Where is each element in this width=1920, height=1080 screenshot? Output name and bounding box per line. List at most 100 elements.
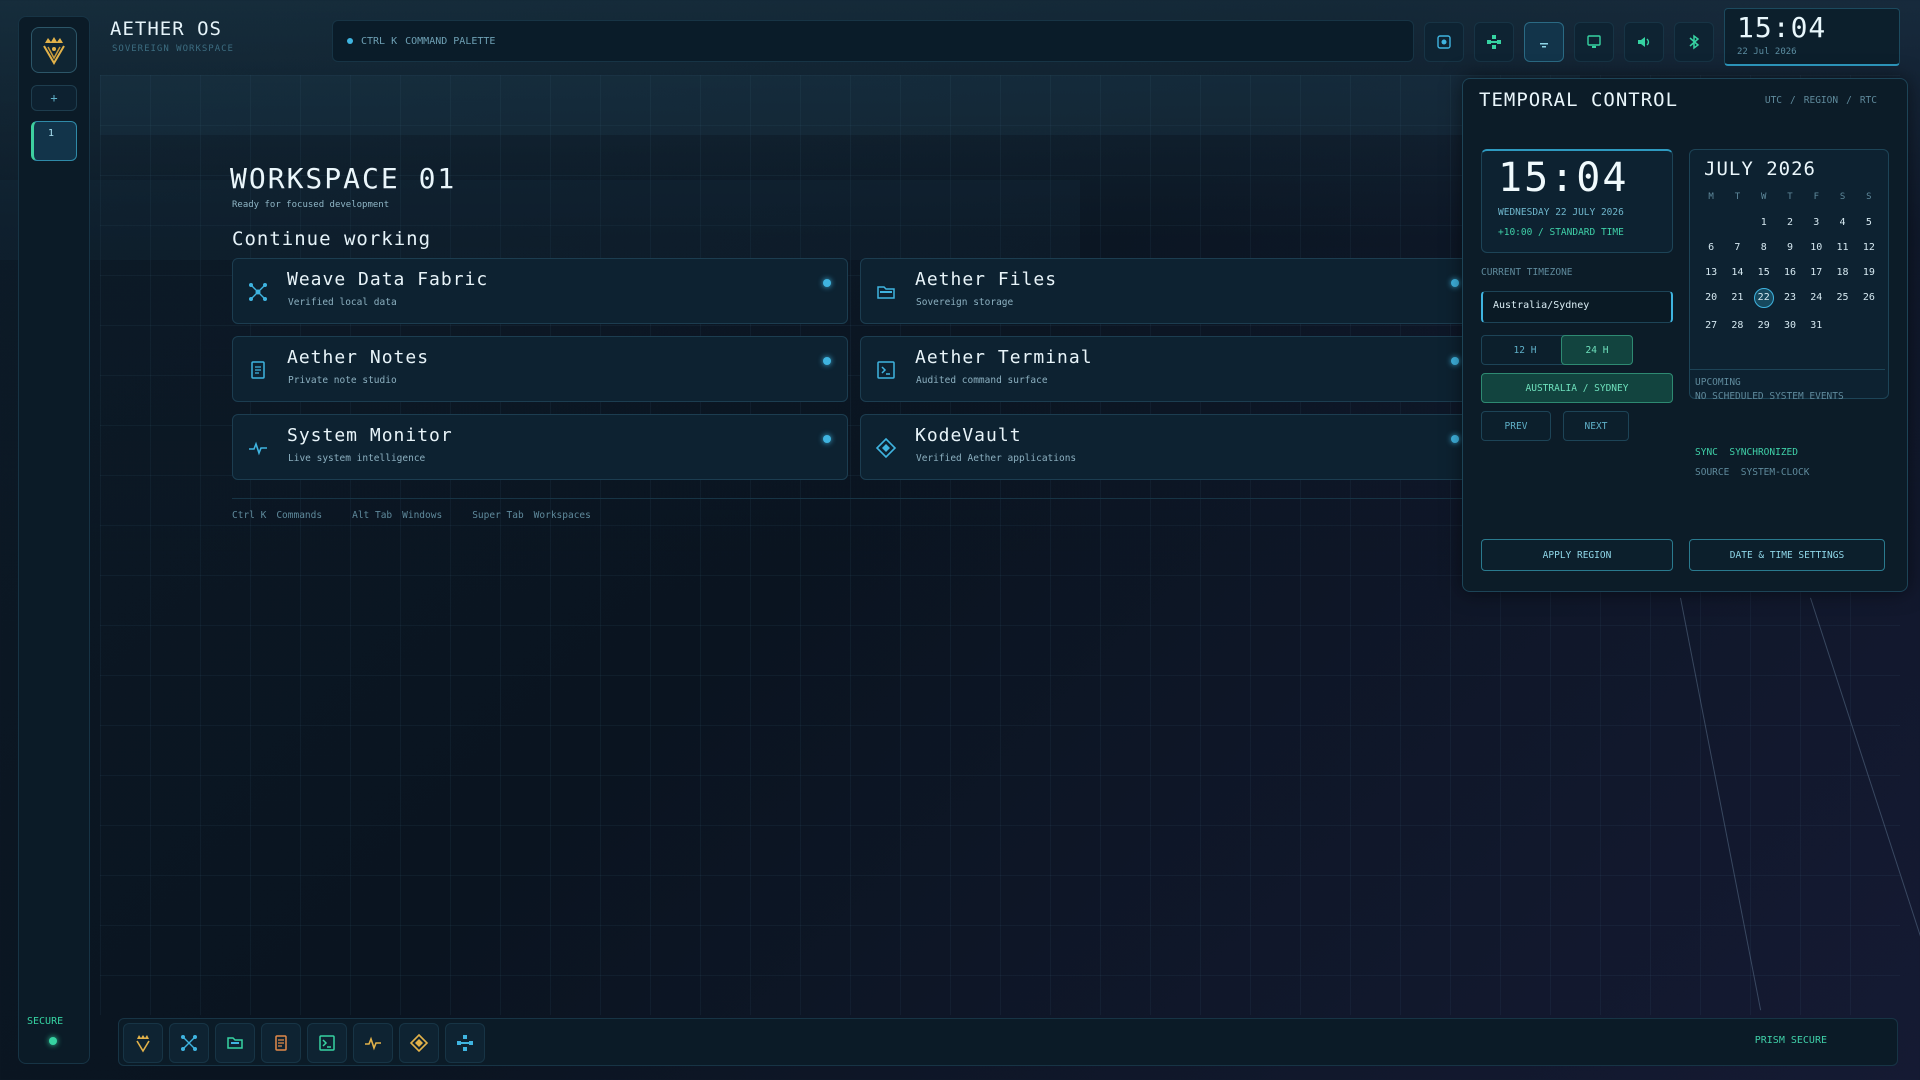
app-card-kodevault[interactable]: KodeVault Verified Aether applications	[860, 414, 1476, 480]
bluetooth-button[interactable]	[1674, 22, 1714, 62]
calendar-day[interactable]: 8	[1751, 240, 1777, 255]
panel-clock-time: 15:04	[1498, 155, 1629, 201]
calendar-day[interactable]: 17	[1803, 265, 1829, 280]
calendar-day[interactable]: 18	[1829, 265, 1855, 280]
calendar-day[interactable]: 1	[1751, 215, 1777, 230]
folder-icon	[875, 281, 897, 303]
calendar-weekday: W	[1760, 192, 1767, 202]
calendar-day[interactable]: 25	[1829, 290, 1855, 305]
aether-crest-icon	[136, 1035, 150, 1053]
wifi-icon	[1540, 43, 1548, 48]
calendar-day[interactable]: 9	[1777, 240, 1803, 255]
calendar-day[interactable]: 28	[1724, 318, 1750, 333]
workspace-1-button[interactable]: 1	[31, 121, 77, 161]
calendar-day[interactable]: 20	[1698, 290, 1724, 305]
prev-button[interactable]: PREV	[1481, 411, 1551, 441]
app-name: Aether Notes	[287, 347, 430, 368]
app-description: Verified local data	[288, 297, 397, 308]
calendar-day[interactable]: 23	[1777, 290, 1803, 305]
format-12h-button[interactable]: 12 H	[1481, 335, 1569, 365]
calendar-day[interactable]: 21	[1724, 290, 1750, 305]
wifi-button[interactable]	[1524, 22, 1564, 62]
dock-aether-notes[interactable]	[261, 1023, 301, 1063]
dock-network[interactable]	[445, 1023, 485, 1063]
calendar-day[interactable]: 29	[1751, 318, 1777, 333]
date-time-settings-button[interactable]: DATE & TIME SETTINGS	[1689, 539, 1885, 571]
panel-tabs: UTC / REGION / RTC	[1765, 95, 1877, 106]
calendar-day[interactable]: 26	[1856, 290, 1882, 305]
calendar-empty-cell	[1724, 215, 1750, 230]
display-icon	[1587, 35, 1601, 48]
dock-aether-terminal[interactable]	[307, 1023, 347, 1063]
app-card-aether-notes[interactable]: Aether Notes Private note studio	[232, 336, 848, 402]
timezone-field[interactable]: Australia/Sydney	[1481, 291, 1673, 323]
calendar-day[interactable]: 27	[1698, 318, 1724, 333]
panel-clock: 15:04 WEDNESDAY 22 JULY 2026 +10:00 / ST…	[1481, 149, 1673, 253]
network-button[interactable]	[1474, 22, 1514, 62]
calendar-weekday: F	[1813, 192, 1819, 202]
calendar-day[interactable]: 5	[1856, 215, 1882, 230]
section-divider	[232, 498, 1462, 499]
app-status-dot	[1451, 357, 1459, 365]
calendar-day[interactable]: 15	[1751, 265, 1777, 280]
screen-capture-button[interactable]	[1424, 22, 1464, 62]
calendar-day[interactable]: 31	[1803, 318, 1829, 333]
calendar-day[interactable]: 19	[1856, 265, 1882, 280]
app-card-weave-data-fabric[interactable]: Weave Data Fabric Verified local data	[232, 258, 848, 324]
pulse-icon	[247, 437, 269, 459]
app-name: KodeVault	[915, 425, 1022, 446]
workspace-title: WORKSPACE 01	[230, 162, 457, 195]
shortcut-hints: Ctrl K Commands Alt Tab Windows Super Tab W…	[232, 510, 591, 521]
new-workspace-button[interactable]: +	[31, 85, 77, 111]
apply-region-button[interactable]: APPLY REGION	[1481, 539, 1673, 571]
aether-logo[interactable]	[31, 27, 77, 73]
app-name: Weave Data Fabric	[287, 269, 489, 290]
network-icon	[457, 1035, 473, 1051]
tab-utc[interactable]: UTC	[1765, 95, 1782, 106]
calendar-day[interactable]: 10	[1803, 240, 1829, 255]
calendar-day[interactable]: 16	[1777, 265, 1803, 280]
calendar-day-today[interactable]: 22	[1753, 288, 1774, 308]
dock-system-monitor[interactable]	[353, 1023, 393, 1063]
app-description: Verified Aether applications	[916, 453, 1077, 464]
calendar-day[interactable]: 30	[1777, 318, 1803, 333]
command-palette-bar[interactable]: CTRL K COMMAND PALETTE	[332, 20, 1414, 62]
tab-region[interactable]: REGION	[1804, 95, 1838, 106]
calendar-day[interactable]: 24	[1803, 290, 1829, 305]
calendar-day[interactable]: 12	[1856, 240, 1882, 255]
terminal-icon	[875, 359, 897, 381]
app-status-dot	[1451, 435, 1459, 443]
calendar-day[interactable]: 11	[1829, 240, 1855, 255]
dock-aether-files[interactable]	[215, 1023, 255, 1063]
calendar-grid: M T W T F S S 1 2 3 4 5 6 7 8 9 10 11 12 13 14 15 16 17 18 19 20 21…	[1698, 190, 1882, 358]
app-card-aether-terminal[interactable]: Aether Terminal Audited command surface	[860, 336, 1476, 402]
volume-button[interactable]	[1624, 22, 1664, 62]
pulse-icon	[365, 1036, 381, 1051]
upcoming-value: NO SCHEDULED SYSTEM EVENTS	[1695, 391, 1844, 402]
calendar-day[interactable]: 2	[1777, 215, 1803, 230]
app-card-system-monitor[interactable]: System Monitor Live system intelligence	[232, 414, 848, 480]
calendar-weekday: S	[1839, 192, 1846, 202]
dock-weave-data-fabric[interactable]	[169, 1023, 209, 1063]
next-button[interactable]: NEXT	[1563, 411, 1629, 441]
tab-rtc[interactable]: RTC	[1860, 95, 1877, 106]
calendar-day[interactable]: 3	[1803, 215, 1829, 230]
format-24h-button[interactable]: 24 H	[1561, 335, 1633, 365]
app-card-aether-files[interactable]: Aether Files Sovereign storage	[860, 258, 1476, 324]
calendar-day[interactable]: 6	[1698, 240, 1724, 255]
region-button[interactable]: AUSTRALIA / SYDNEY	[1481, 373, 1673, 403]
notes-icon	[275, 1035, 287, 1051]
dock-aether[interactable]	[123, 1023, 163, 1063]
calendar-day[interactable]: 14	[1724, 265, 1750, 280]
app-status-dot	[823, 435, 831, 443]
app-status-dot	[1451, 279, 1459, 287]
dock-kodevault[interactable]	[399, 1023, 439, 1063]
calendar-empty-cell	[1698, 215, 1724, 230]
calendar-day[interactable]: 13	[1698, 265, 1724, 280]
calendar-day[interactable]: 4	[1829, 215, 1855, 230]
display-button[interactable]	[1574, 22, 1614, 62]
top-clock[interactable]: 15:04 22 Jul 2026	[1724, 8, 1900, 66]
workspace-subtitle: Ready for focused development	[232, 200, 390, 210]
app-status-dot	[823, 357, 831, 365]
calendar-day[interactable]: 7	[1724, 240, 1750, 255]
